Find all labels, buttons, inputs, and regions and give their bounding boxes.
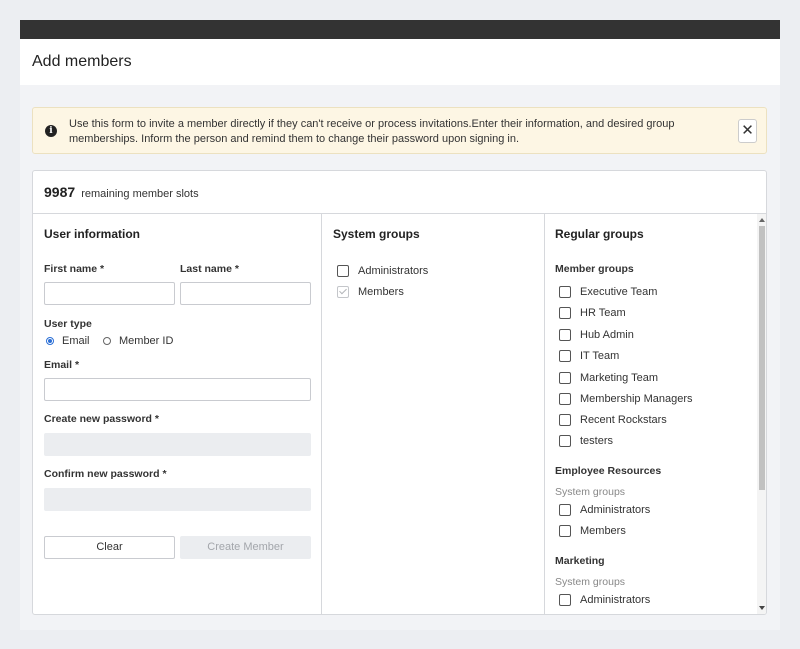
system-groups-title: System groups [333, 227, 420, 241]
group-testers[interactable]: testers [559, 435, 613, 447]
group-hr-team[interactable]: HR Team [559, 307, 626, 319]
checkbox-icon [559, 435, 571, 447]
user-type-email-radio[interactable]: Email [46, 335, 90, 347]
scroll-down-arrow-icon[interactable] [759, 606, 765, 610]
checkbox-icon [559, 594, 571, 606]
group-label: Administrators [580, 504, 651, 516]
radio-selected-icon [46, 337, 54, 345]
first-name-label: First name * [44, 263, 104, 275]
group-label: Marketing Team [580, 372, 659, 384]
last-name-label-text: Last name [180, 263, 232, 275]
checkbox-icon [337, 265, 349, 277]
system-group-administrators[interactable]: Administrators [337, 265, 428, 277]
member-form-panel: 9987 remaining member slots User informa… [32, 170, 767, 615]
system-group-members-label: Members [358, 286, 404, 298]
marketing-administrators[interactable]: Administrators [559, 594, 650, 606]
system-group-members[interactable]: Members [337, 286, 404, 298]
user-type-email-label: Email [62, 335, 90, 347]
email-label-text: Email [44, 359, 73, 371]
group-it-team[interactable]: IT Team [559, 350, 619, 362]
create-password-input[interactable] [44, 433, 311, 456]
group-label: HR Team [580, 307, 626, 319]
page-header: Add members [20, 39, 780, 85]
required-mark: * [100, 263, 105, 275]
remaining-slots-count: 9987 [44, 184, 76, 200]
required-mark: * [74, 359, 80, 371]
checkbox-icon [559, 329, 571, 341]
group-label: Executive Team [580, 286, 658, 298]
info-icon: i [45, 125, 57, 137]
create-password-label-text: Create new password [44, 413, 152, 425]
add-members-window: Add members i Use this form to invite a … [20, 20, 780, 630]
group-label: testers [580, 435, 614, 447]
group-label: Members [580, 525, 626, 537]
scrollbar-thumb[interactable] [759, 226, 765, 490]
user-information-title: User information [44, 227, 141, 241]
last-name-input[interactable] [180, 282, 311, 305]
group-marketing-team[interactable]: Marketing Team [559, 372, 658, 384]
group-hub-admin[interactable]: Hub Admin [559, 329, 634, 341]
checkbox-icon [559, 372, 571, 384]
email-input[interactable] [44, 378, 311, 401]
checkbox-icon [559, 504, 571, 516]
checkbox-icon [559, 307, 571, 319]
create-password-label: Create new password * [44, 413, 159, 425]
employee-resources-administrators[interactable]: Administrators [559, 504, 650, 516]
marketing-heading: Marketing [555, 555, 605, 567]
close-alert-button[interactable]: ✕ [738, 119, 757, 143]
remaining-slots: 9987 remaining member slots [33, 171, 766, 214]
system-group-administrators-label: Administrators [358, 265, 429, 277]
required-mark: * [154, 413, 159, 425]
required-mark: * [162, 468, 167, 480]
regular-groups-scrollbar[interactable] [757, 214, 766, 614]
info-alert: i Use this form to invite a member direc… [32, 107, 767, 154]
system-groups-column: System groups Administrators Members [322, 214, 545, 614]
group-label: Administrators [580, 594, 651, 606]
employee-resources-subheading: System groups [555, 486, 626, 498]
email-label: Email * [44, 359, 79, 371]
employee-resources-members[interactable]: Members [559, 525, 626, 537]
checkbox-icon [559, 286, 571, 298]
clear-button[interactable]: Clear [44, 536, 175, 559]
last-name-label: Last name * [180, 263, 239, 275]
user-information-column: User information First name * Last name … [33, 214, 322, 614]
group-label: Hub Admin [580, 329, 634, 341]
checkbox-icon [559, 350, 571, 362]
group-recent-rockstars[interactable]: Recent Rockstars [559, 414, 667, 426]
checkbox-icon [559, 393, 571, 405]
confirm-password-input[interactable] [44, 488, 311, 511]
group-label: IT Team [580, 350, 620, 362]
regular-groups-column: Regular groups Member groups Executive T… [545, 214, 766, 614]
confirm-password-label: Confirm new password * [44, 468, 167, 480]
create-member-button[interactable]: Create Member [180, 536, 311, 559]
member-groups-heading: Member groups [555, 263, 634, 275]
group-label: Membership Managers [580, 393, 693, 405]
first-name-label-text: First name [44, 263, 98, 275]
marketing-subheading: System groups [555, 576, 626, 588]
regular-groups-title: Regular groups [555, 227, 644, 241]
user-type-member-id-radio[interactable]: Member ID [103, 335, 173, 347]
employee-resources-heading: Employee Resources [555, 465, 662, 477]
required-mark: * [234, 263, 239, 275]
group-executive-team[interactable]: Executive Team [559, 286, 657, 298]
checkbox-checked-disabled-icon [337, 286, 349, 298]
user-type-label: User type [44, 318, 92, 330]
checkbox-icon [559, 525, 571, 537]
radio-unselected-icon [103, 337, 111, 345]
remaining-slots-label: remaining member slots [81, 188, 199, 200]
close-icon: ✕ [741, 122, 754, 139]
group-label: Recent Rockstars [580, 414, 667, 426]
checkbox-icon [559, 414, 571, 426]
first-name-input[interactable] [44, 282, 175, 305]
alert-message: Use this form to invite a member directl… [69, 118, 675, 145]
page-title: Add members [32, 53, 132, 70]
top-bar [20, 20, 780, 39]
user-type-member-id-label: Member ID [119, 335, 174, 347]
group-membership-managers[interactable]: Membership Managers [559, 393, 693, 405]
confirm-password-label-text: Confirm new password [44, 468, 160, 480]
scroll-up-arrow-icon[interactable] [759, 218, 765, 222]
